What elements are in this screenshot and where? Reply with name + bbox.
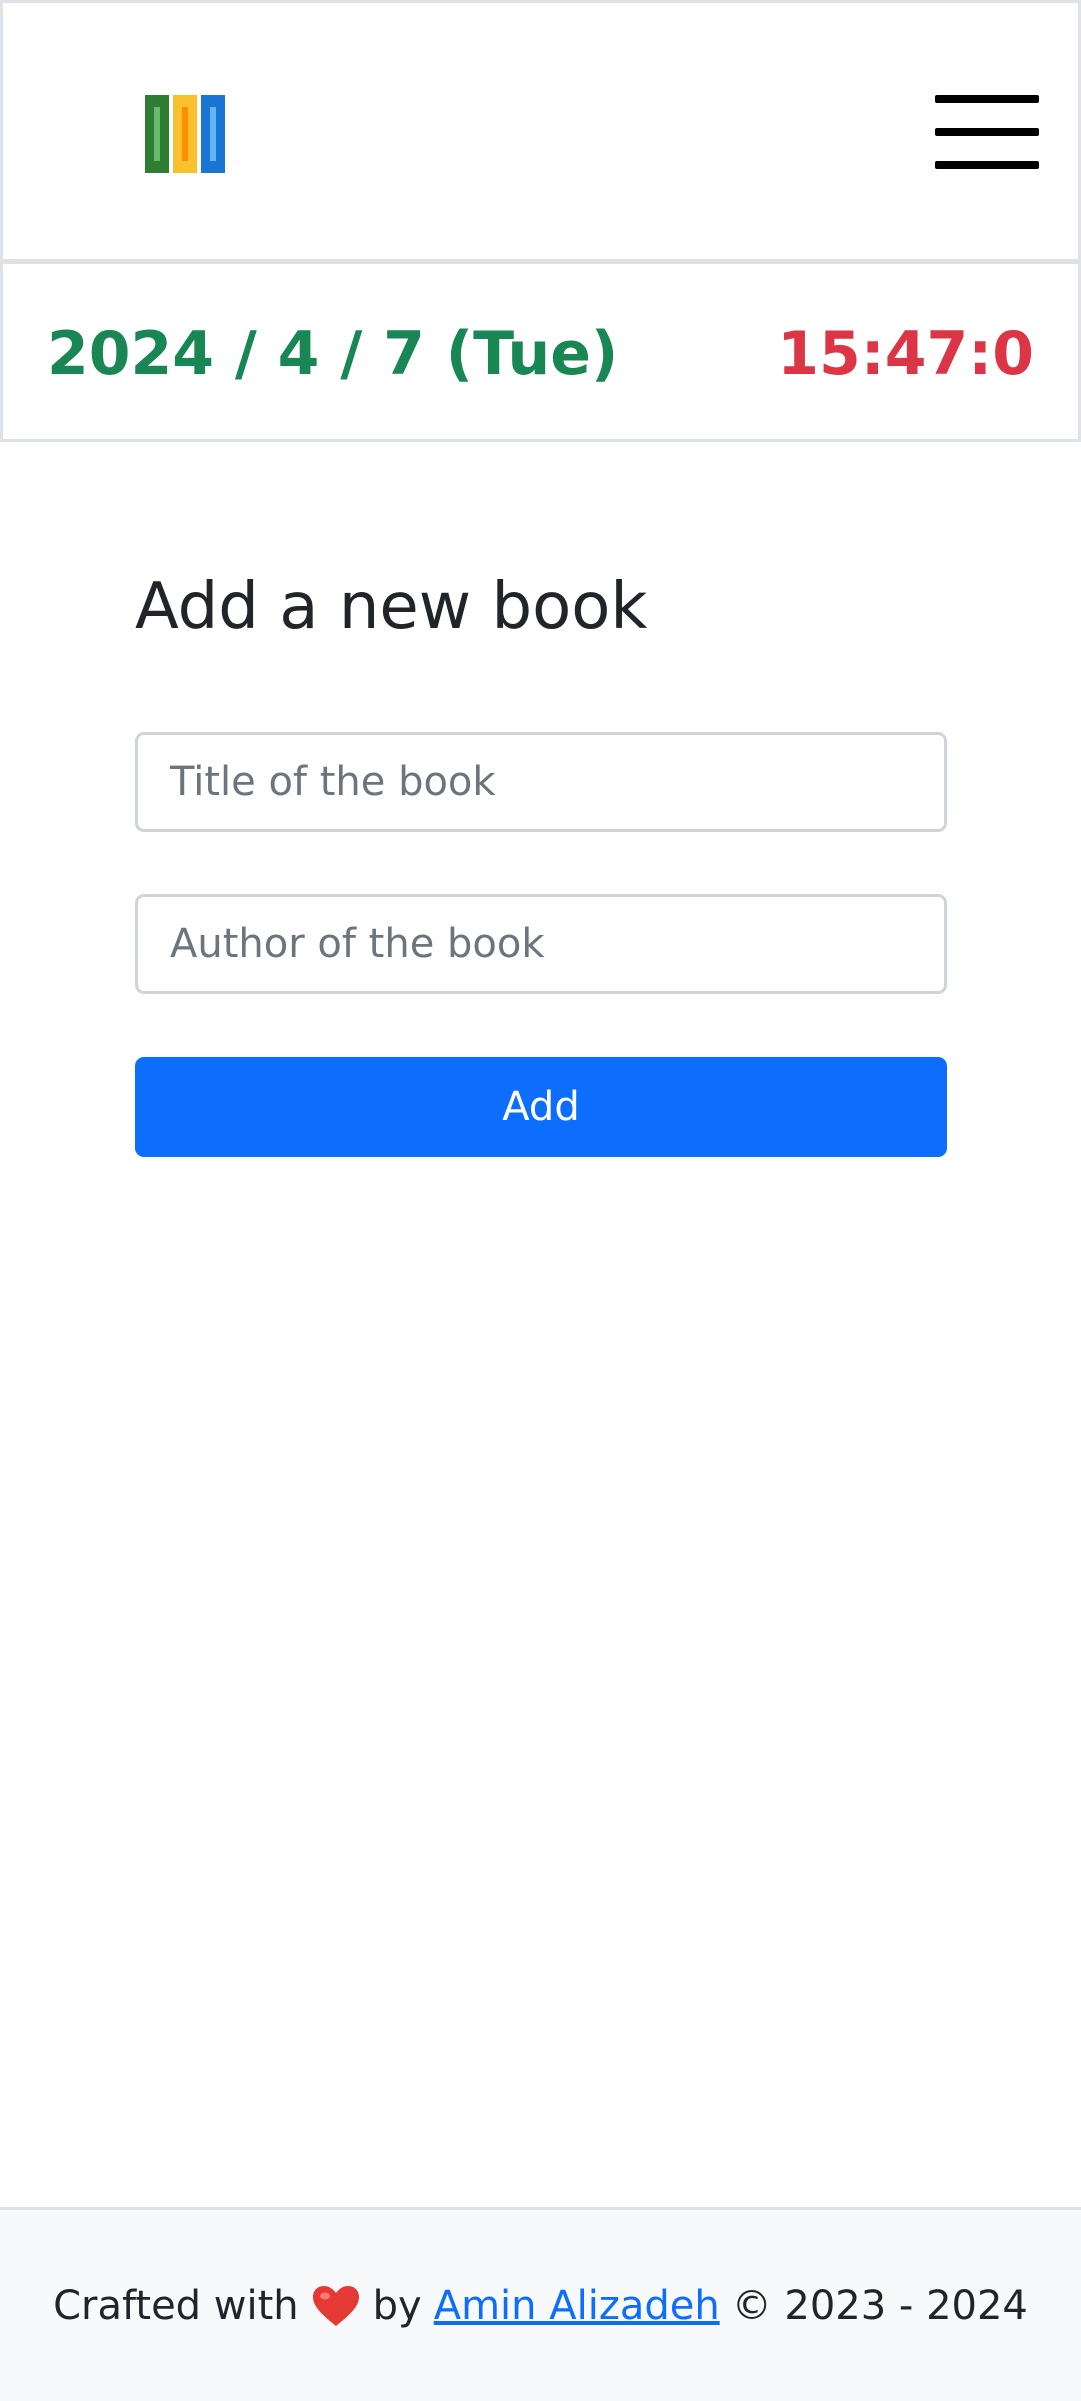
footer-prefix: Crafted with (53, 2282, 299, 2329)
book-author-input[interactable] (135, 894, 947, 994)
copyright-text: © 2023 - 2024 (731, 2282, 1028, 2329)
books-logo-icon[interactable] (143, 93, 227, 175)
footer-by: by (372, 2282, 422, 2329)
current-date: 2024 / 4 / 7 (Tue) (47, 319, 619, 389)
heart-icon (311, 2284, 361, 2328)
hamburger-line (935, 128, 1039, 136)
footer: Crafted with by Amin Alizadeh © 2023 - 2… (0, 2207, 1081, 2401)
hamburger-line (935, 95, 1039, 103)
form-title: Add a new book (135, 570, 648, 644)
date-time-bar: 2024 / 4 / 7 (Tue) 15:47:0 (0, 262, 1081, 442)
hamburger-line (935, 161, 1039, 169)
add-book-button[interactable]: Add (135, 1057, 947, 1157)
header (0, 0, 1081, 262)
page: 2024 / 4 / 7 (Tue) 15:47:0 Add a new boo… (0, 0, 1081, 2401)
book-title-input[interactable] (135, 732, 947, 832)
current-time: 15:47:0 (777, 319, 1034, 389)
author-link[interactable]: Amin Alizadeh (434, 2283, 720, 2329)
hamburger-icon[interactable] (933, 93, 1041, 173)
